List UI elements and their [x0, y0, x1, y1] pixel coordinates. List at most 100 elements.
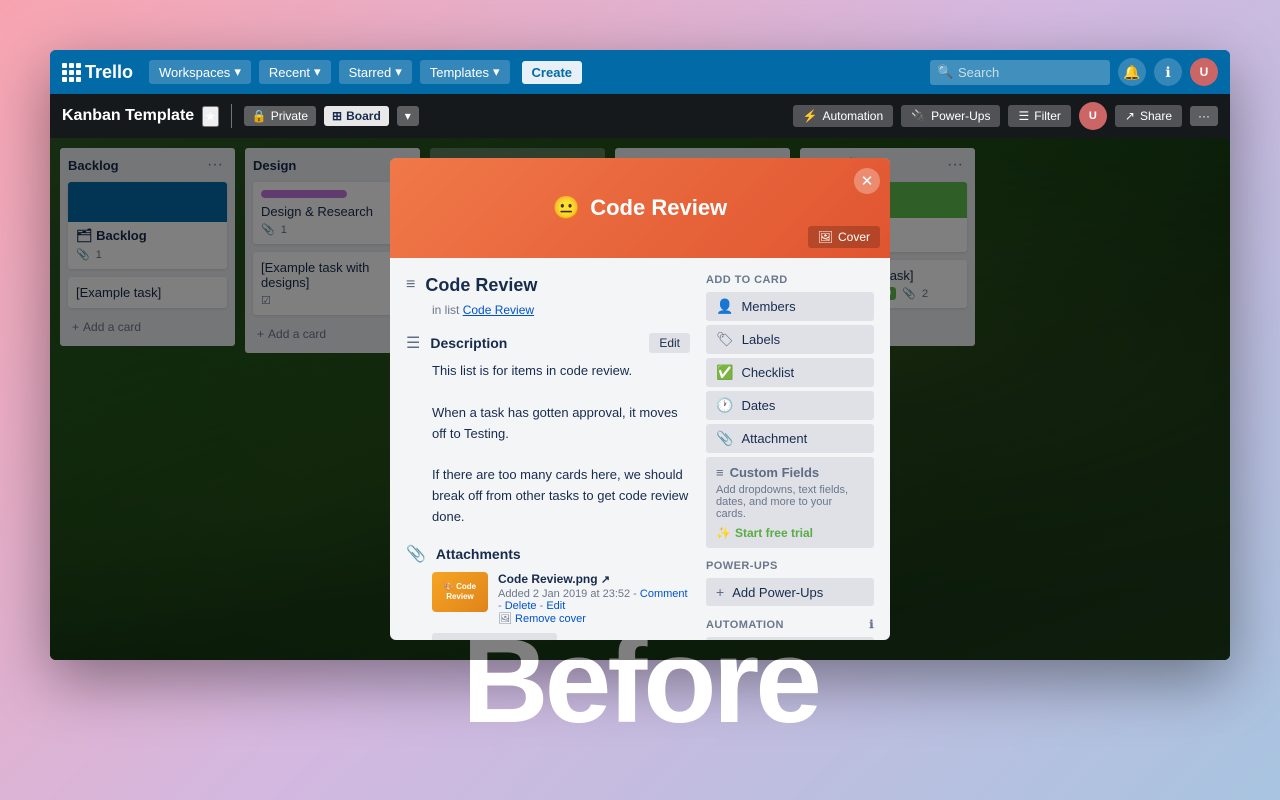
cover-button[interactable]: 🖼 Cover: [808, 226, 880, 248]
remove-cover-row: 🖼 Remove cover: [498, 612, 690, 625]
edit-link[interactable]: Edit: [546, 600, 565, 612]
board-header: Kanban Template ★ 🔒 Private ⊞ Board ▾ ⚡ …: [50, 94, 1230, 138]
info-button[interactable]: ℹ: [1154, 58, 1182, 86]
attachments-title: Attachments: [436, 546, 521, 562]
automation-button[interactable]: ⚡ Automation: [793, 105, 894, 127]
filter-icon: ☰: [1018, 109, 1029, 123]
sparkle-icon: ✨: [716, 526, 731, 540]
add-to-card-title: Add to card: [706, 274, 874, 286]
dates-icon: 🕐: [716, 397, 733, 414]
card-title-row: ≡ Code Review: [406, 274, 690, 297]
description-icon: ☰: [406, 333, 420, 353]
custom-fields-desc: Add dropdowns, text fields, dates, and m…: [716, 484, 864, 520]
search-icon: 🔍: [937, 64, 953, 80]
notification-button[interactable]: 🔔: [1118, 58, 1146, 86]
chevron-down-icon: ▾: [314, 64, 321, 80]
attachment-name: Code Review.png ↗: [498, 572, 690, 586]
checklist-icon: ✅: [716, 364, 733, 381]
modal-close-button[interactable]: ✕: [854, 168, 880, 194]
more-views-button[interactable]: ▾: [397, 106, 419, 126]
logo-text: Trello: [85, 62, 133, 83]
attachment-meta: Added 2 Jan 2019 at 23:52 - Comment - De…: [498, 588, 690, 612]
add-attachment-button[interactable]: Add an attachment: [432, 633, 557, 640]
lightning-icon: ⚡: [803, 109, 818, 123]
lock-icon: 🔒: [252, 109, 267, 123]
more-button[interactable]: ···: [1190, 106, 1218, 126]
members-button[interactable]: 👤 Members: [706, 292, 874, 321]
attachment-info: Code Review.png ↗ Added 2 Jan 2019 at 23…: [498, 572, 690, 625]
labels-icon: 🏷: [716, 331, 734, 348]
board-avatar: U: [1079, 102, 1107, 130]
navbar: Trello Workspaces ▾ Recent ▾ Starred ▾ T…: [50, 50, 1230, 94]
plug-icon: 🔌: [911, 109, 926, 123]
modal-sidebar: Add to card 👤 Members 🏷 Labels ✅: [706, 274, 874, 640]
starred-menu[interactable]: Starred ▾: [339, 60, 412, 84]
comment-link[interactable]: Comment: [640, 588, 688, 600]
recent-menu[interactable]: Recent ▾: [259, 60, 331, 84]
custom-fields-section: ≡ Custom Fields Add dropdowns, text fiel…: [706, 457, 874, 548]
card-icon: ≡: [406, 276, 415, 294]
attachment-sidebar-icon: 📎: [716, 430, 733, 447]
modal-overlay[interactable]: 😐 Code Review ✕ 🖼 Cover: [50, 138, 1230, 660]
info-icon: ℹ: [869, 618, 874, 631]
modal-main: ≡ Code Review in list Code Review ☰ Desc…: [406, 274, 690, 640]
emoji: 😐: [553, 195, 580, 221]
attachment-thumbnail: 🎨 Code Review: [432, 572, 488, 612]
create-button[interactable]: Create: [522, 61, 582, 84]
custom-fields-title: ≡ Custom Fields: [716, 465, 864, 480]
board-title: Kanban Template: [62, 107, 194, 125]
grid-icon: [62, 63, 81, 82]
dates-button[interactable]: 🕐 Dates: [706, 391, 874, 420]
description-header: ☰ Description Edit: [406, 333, 690, 353]
avatar[interactable]: U: [1190, 58, 1218, 86]
power-ups-title: Power-Ups: [706, 560, 874, 572]
labels-button[interactable]: 🏷 Labels: [706, 325, 874, 354]
add-power-ups-button[interactable]: + Add Power-Ups: [706, 578, 874, 606]
modal-card-title: Code Review: [425, 274, 537, 297]
plus-icon: +: [716, 584, 724, 600]
free-trial-button[interactable]: ✨ Start free trial: [716, 526, 813, 540]
attachment-icon: 📎: [406, 544, 426, 564]
card-detail-modal: 😐 Code Review ✕ 🖼 Cover: [390, 158, 890, 640]
divider: [231, 104, 232, 128]
add-button-button[interactable]: + Add button: [706, 637, 874, 640]
add-to-card-section: Add to card 👤 Members 🏷 Labels ✅: [706, 274, 874, 548]
share-button[interactable]: ↗ Share: [1115, 105, 1182, 127]
close-icon: ✕: [861, 172, 874, 190]
power-ups-section: Power-Ups + Add Power-Ups: [706, 560, 874, 606]
attachment-sidebar-button[interactable]: 📎 Attachment: [706, 424, 874, 453]
filter-button[interactable]: ☰ Filter: [1008, 105, 1070, 127]
star-button[interactable]: ★: [202, 106, 219, 127]
share-icon: ↗: [1125, 109, 1135, 123]
custom-fields-icon: ≡: [716, 465, 724, 480]
description-body: This list is for items in code review. W…: [432, 361, 690, 527]
chevron-down-icon: ▾: [234, 64, 241, 80]
info-icon: ℹ: [1165, 64, 1170, 81]
board-content: Backlog ··· 🗂 Backlog 📎 1 [Example task]…: [50, 138, 1230, 660]
delete-link[interactable]: Delete: [505, 600, 537, 612]
templates-menu[interactable]: Templates ▾: [420, 60, 510, 84]
workspaces-menu[interactable]: Workspaces ▾: [149, 60, 251, 84]
members-icon: 👤: [716, 298, 733, 315]
search-input[interactable]: [930, 60, 1110, 85]
attachments-header: 📎 Attachments: [406, 544, 690, 564]
power-ups-button[interactable]: 🔌 Power-Ups: [901, 105, 1000, 127]
list-link[interactable]: Code Review: [463, 303, 534, 317]
board-view-button[interactable]: ⊞ Board: [324, 106, 389, 126]
board-icon: ⊞: [332, 109, 342, 123]
app-container: Trello Workspaces ▾ Recent ▾ Starred ▾ T…: [50, 50, 1230, 660]
attachment-item: 🎨 Code Review Code Review.png ↗ Added 2 …: [432, 572, 690, 625]
image-icon: 🖼: [818, 230, 833, 244]
chevron-down-icon: ▾: [395, 64, 402, 80]
edit-description-button[interactable]: Edit: [649, 333, 690, 353]
description-title: Description: [430, 335, 507, 351]
search-wrap: 🔍: [930, 60, 1110, 85]
image-icon: 🖼: [498, 613, 512, 625]
remove-cover-button[interactable]: Remove cover: [515, 613, 586, 625]
trello-logo[interactable]: Trello: [62, 62, 133, 83]
modal-cover-title: 😐 Code Review: [553, 195, 727, 221]
automation-section: Automation ℹ + Add button: [706, 618, 874, 640]
in-list-text: in list Code Review: [432, 303, 690, 317]
checklist-button[interactable]: ✅ Checklist: [706, 358, 874, 387]
visibility-button[interactable]: 🔒 Private: [244, 106, 316, 126]
